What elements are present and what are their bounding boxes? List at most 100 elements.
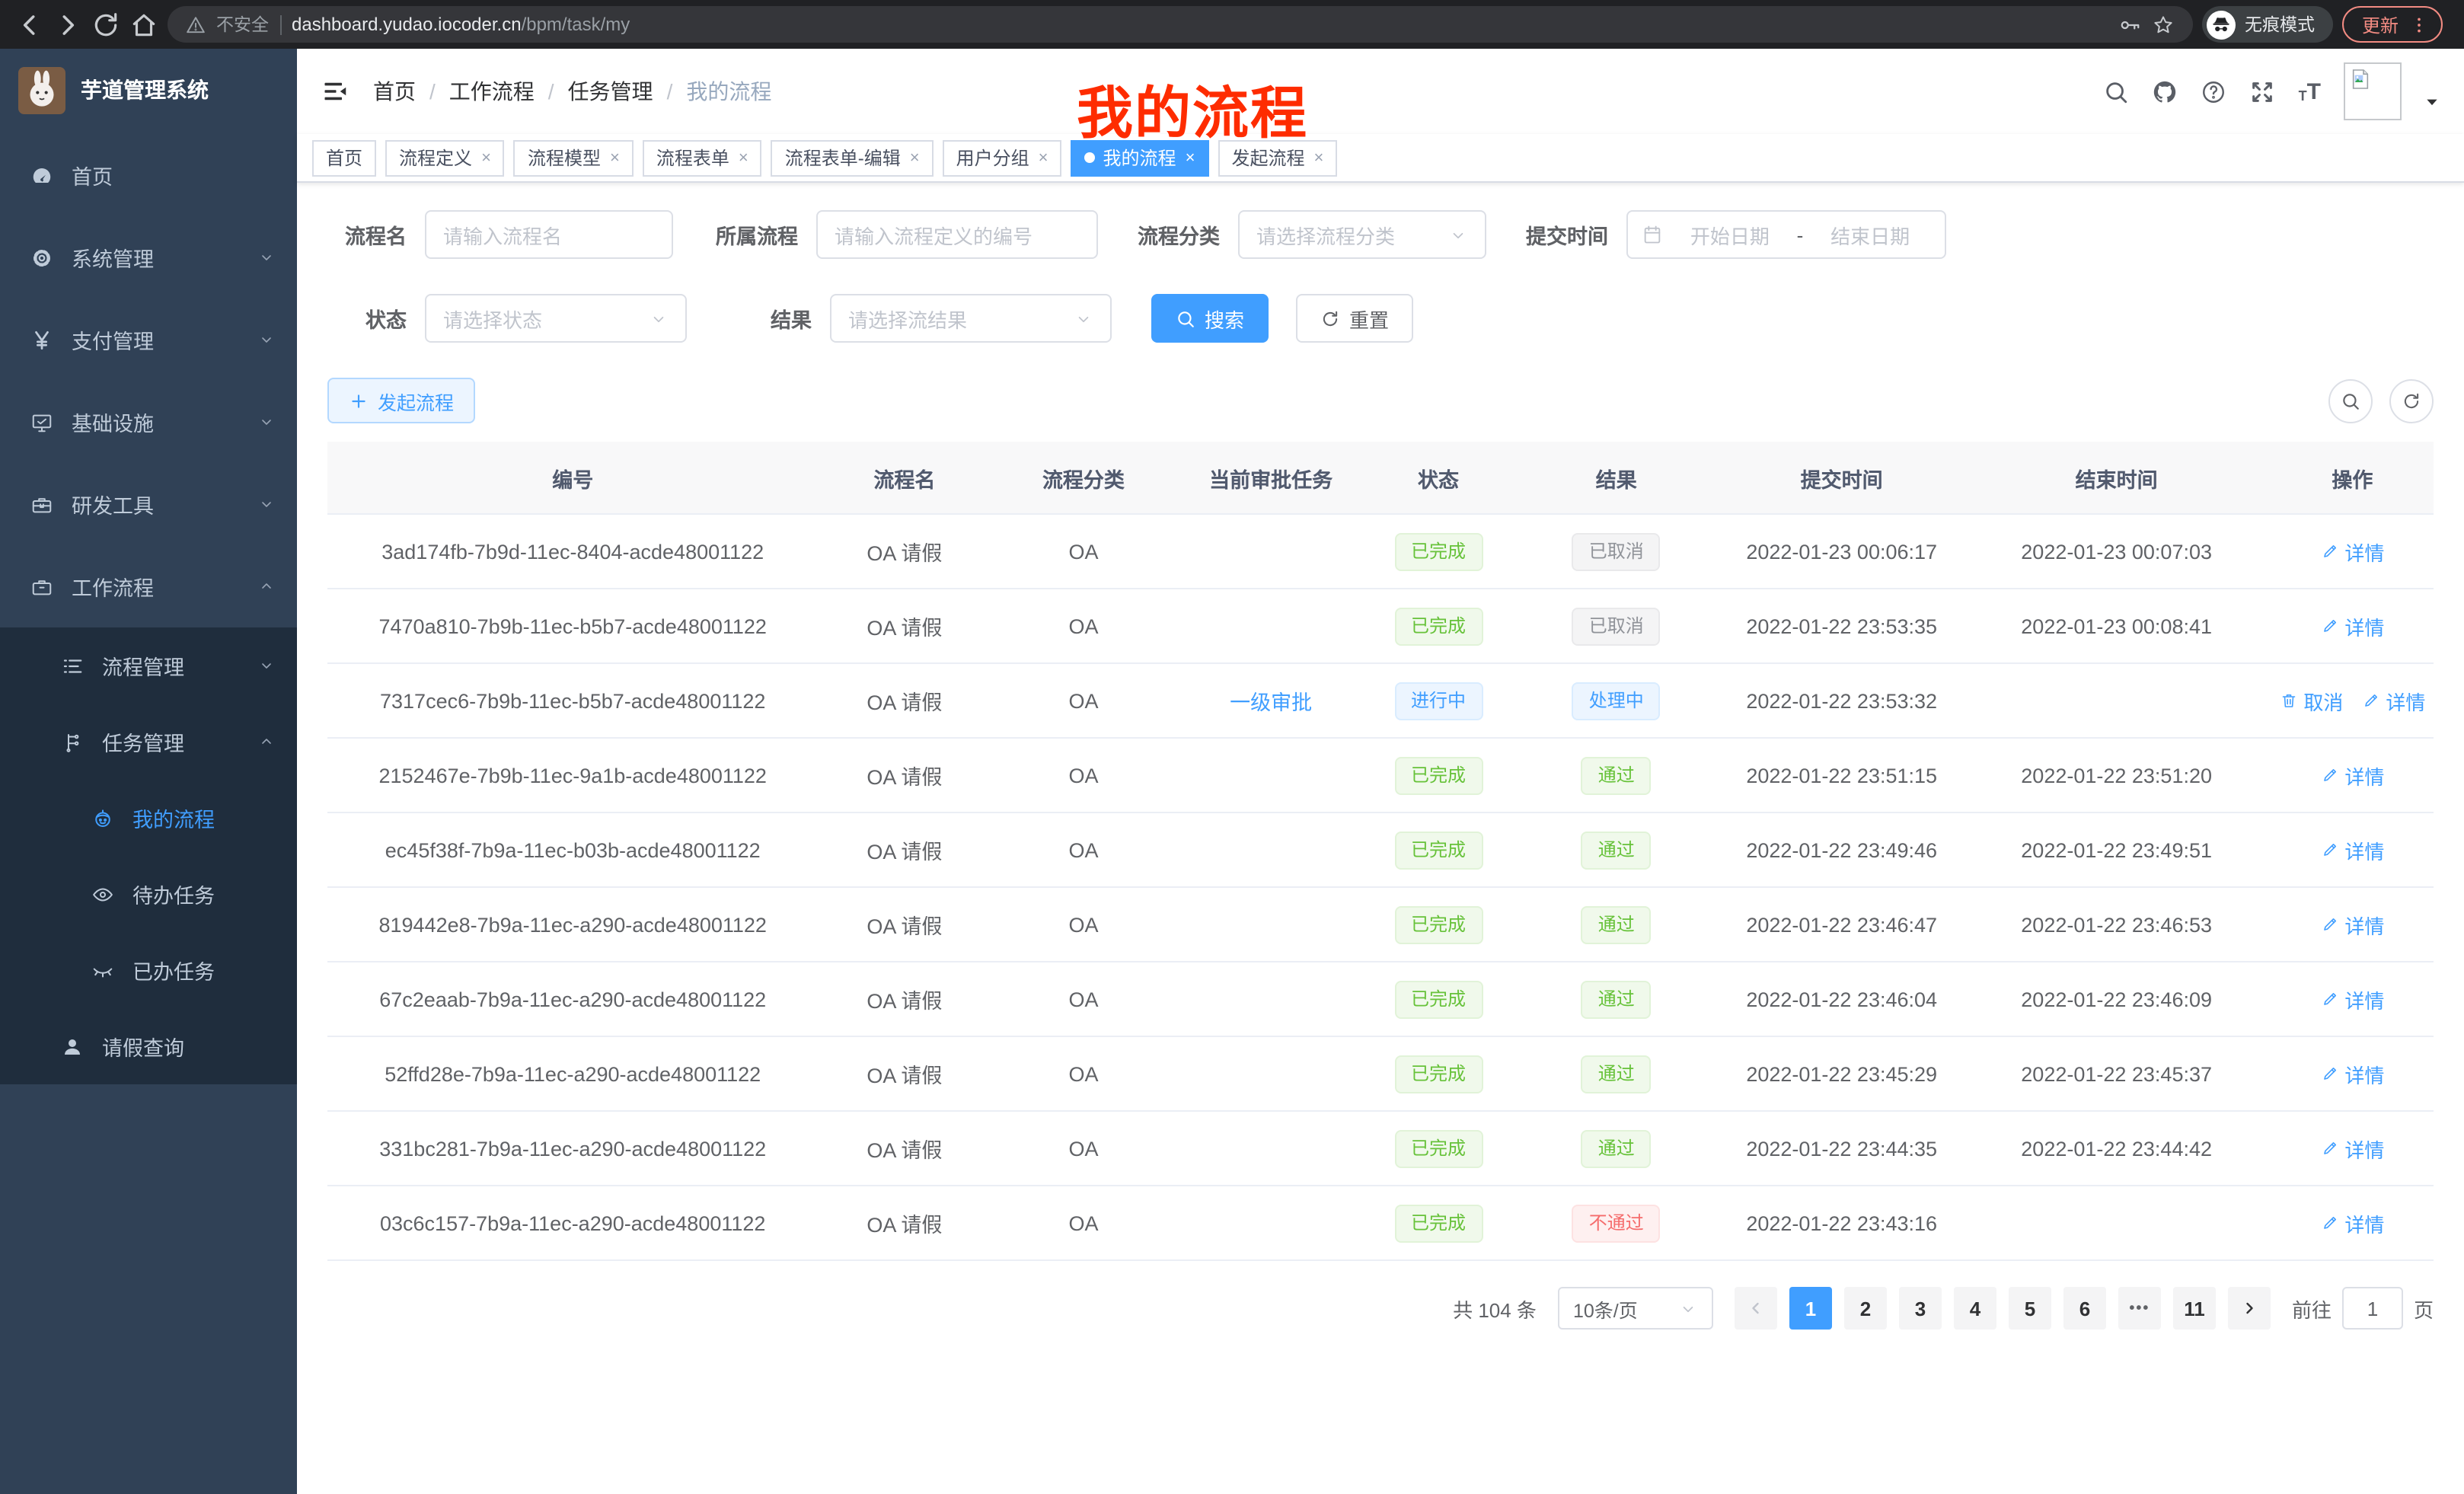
submit-time-range-input[interactable]: 开始日期 - 结束日期: [1626, 210, 1946, 259]
chevron-down-icon: [257, 495, 276, 513]
breadcrumb-item[interactable]: 工作流程: [449, 76, 535, 107]
not-secure-warning-icon[interactable]: [186, 14, 206, 34]
cell-actions: 取消详情: [2271, 686, 2434, 715]
avatar[interactable]: [2344, 62, 2402, 120]
view-tab-首页[interactable]: 首页: [312, 139, 376, 176]
view-tab-流程模型[interactable]: 流程模型×: [514, 139, 634, 176]
page-button-11[interactable]: 11: [2173, 1287, 2216, 1330]
close-icon[interactable]: ×: [481, 148, 491, 167]
search-icon[interactable]: [2104, 78, 2130, 104]
sidebar-item-todo-tasks[interactable]: 待办任务: [0, 856, 297, 932]
back-icon[interactable]: [15, 10, 44, 39]
collapse-sidebar-icon[interactable]: [321, 78, 349, 105]
close-icon[interactable]: ×: [910, 148, 920, 167]
cell-actions: 详情: [2271, 910, 2434, 939]
view-tab-流程定义[interactable]: 流程定义×: [385, 139, 505, 176]
page-button-6[interactable]: 6: [2063, 1287, 2106, 1330]
search-button[interactable]: 搜索: [1151, 294, 1269, 343]
page-button-5[interactable]: 5: [2009, 1287, 2051, 1330]
logo-image: [18, 66, 65, 113]
home-icon[interactable]: [129, 10, 158, 39]
browser-menu-dots-icon[interactable]: [2409, 14, 2429, 34]
sidebar-item-done-tasks[interactable]: 已办任务: [0, 932, 297, 1008]
detail-link[interactable]: 详情: [2320, 1208, 2384, 1237]
fullscreen-icon[interactable]: [2250, 78, 2276, 104]
detail-link[interactable]: 详情: [2320, 761, 2384, 790]
page-size-select[interactable]: 10条/页: [1558, 1287, 1713, 1330]
sidebar-item-label: 请假查询: [102, 1031, 276, 1061]
toggle-search-button[interactable]: [2328, 378, 2373, 423]
cell-process-name: OA 请假: [818, 909, 991, 940]
view-tab-流程表单[interactable]: 流程表单×: [643, 139, 762, 176]
detail-link[interactable]: 详情: [2320, 985, 2384, 1014]
view-tab-流程表单-编辑[interactable]: 流程表单-编辑×: [771, 139, 934, 176]
next-page-button[interactable]: [2228, 1287, 2271, 1330]
sidebar-item-leave-query[interactable]: 请假查询: [0, 1008, 297, 1084]
cell-end-time: 2022-01-22 23:46:09: [1961, 988, 2271, 1010]
end-date-placeholder: 结束日期: [1809, 220, 1931, 249]
detail-link[interactable]: 详情: [2320, 835, 2384, 864]
refresh-table-button[interactable]: [2389, 378, 2434, 423]
sidebar-item-dev-tools[interactable]: 研发工具: [0, 463, 297, 545]
sidebar-item-task-mgmt[interactable]: 任务管理: [0, 704, 297, 780]
breadcrumb-item[interactable]: 任务管理: [568, 76, 653, 107]
sidebar-item-my-process[interactable]: 我的流程: [0, 780, 297, 856]
cell-result: 通过: [1511, 831, 1722, 869]
current-task-link[interactable]: 一级审批: [1230, 691, 1312, 714]
key-icon[interactable]: [2118, 13, 2141, 36]
address-bar[interactable]: 不安全 dashboard.yudao.iocoder.cn/bpm/task/…: [168, 6, 2193, 43]
close-icon[interactable]: ×: [1186, 148, 1195, 167]
page-button-1[interactable]: 1: [1789, 1287, 1832, 1330]
filter-status: 状态 请选择状态: [327, 294, 687, 343]
sidebar-item-infra[interactable]: 基础设施: [0, 381, 297, 463]
process-name-input[interactable]: 请输入流程名: [425, 210, 673, 259]
page-button-4[interactable]: 4: [1954, 1287, 1996, 1330]
result-select[interactable]: 请选择流结果: [830, 294, 1112, 343]
detail-link[interactable]: 详情: [2320, 1059, 2384, 1088]
logo[interactable]: 芋道管理系统: [0, 49, 297, 131]
help-icon[interactable]: [2201, 78, 2227, 104]
close-icon[interactable]: ×: [610, 148, 620, 167]
category-select[interactable]: 请选择流程分类: [1238, 210, 1486, 259]
cell-actions: 详情: [2271, 1059, 2434, 1088]
reload-icon[interactable]: [91, 10, 120, 39]
caret-down-icon[interactable]: [2424, 94, 2440, 110]
create-process-button[interactable]: 发起流程: [327, 378, 475, 423]
detail-link[interactable]: 详情: [2320, 611, 2384, 640]
incognito-icon: [2207, 10, 2236, 39]
user-icon: [61, 1035, 84, 1058]
view-tab-用户分组[interactable]: 用户分组×: [943, 139, 1062, 176]
reset-button[interactable]: 重置: [1296, 294, 1413, 343]
breadcrumb-item[interactable]: 首页: [373, 76, 416, 107]
page-button-3[interactable]: 3: [1899, 1287, 1942, 1330]
more-pages-button[interactable]: •••: [2118, 1287, 2161, 1330]
cancel-link[interactable]: 取消: [2279, 686, 2343, 715]
detail-link[interactable]: 详情: [2320, 1134, 2384, 1163]
sidebar-item-home[interactable]: 首页: [0, 134, 297, 216]
cell-process-name: OA 请假: [818, 685, 991, 716]
page-button-2[interactable]: 2: [1844, 1287, 1887, 1330]
update-button[interactable]: 更新: [2342, 6, 2443, 43]
github-icon[interactable]: [2153, 78, 2178, 104]
goto-page-input[interactable]: 1: [2342, 1287, 2403, 1330]
prev-page-button[interactable]: [1735, 1287, 1777, 1330]
close-icon[interactable]: ×: [739, 148, 748, 167]
sidebar-item-process-mgmt[interactable]: 流程管理: [0, 627, 297, 704]
detail-link[interactable]: 详情: [2320, 537, 2384, 566]
eyeclosed-icon: [91, 959, 114, 982]
star-icon[interactable]: [2152, 13, 2175, 36]
process-definition-input[interactable]: 请输入流程定义的编号: [816, 210, 1098, 259]
close-icon[interactable]: ×: [1039, 148, 1048, 167]
detail-link[interactable]: 详情: [2361, 686, 2425, 715]
detail-link[interactable]: 详情: [2320, 910, 2384, 939]
process-table: 编号流程名流程分类当前审批任务状态结果提交时间结束时间操作 3ad174fb-7…: [327, 442, 2434, 1261]
sidebar-item-payment[interactable]: 支付管理: [0, 298, 297, 381]
sidebar-item-system[interactable]: 系统管理: [0, 216, 297, 298]
robot-icon: [91, 806, 114, 829]
sidebar-item-workflow[interactable]: 工作流程: [0, 545, 297, 627]
forward-icon[interactable]: [53, 10, 82, 39]
close-icon[interactable]: ×: [1313, 148, 1323, 167]
sidebar-item-label: 工作流程: [72, 571, 239, 602]
status-select[interactable]: 请选择状态: [425, 294, 687, 343]
font-size-icon[interactable]: TT: [2299, 80, 2321, 103]
